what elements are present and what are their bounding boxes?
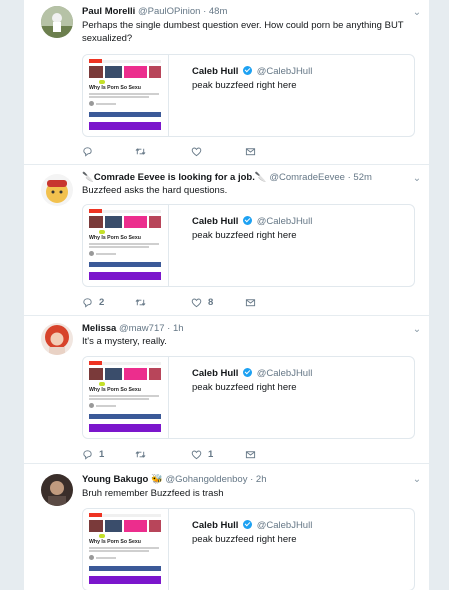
- timestamp[interactable]: 1h: [173, 323, 184, 334]
- author-name[interactable]: Melissa: [82, 323, 116, 334]
- tweet-text: Bruh remember Buzzfeed is trash: [82, 488, 224, 499]
- heart-icon: [191, 450, 202, 459]
- author-name[interactable]: Young Bakugo: [82, 474, 148, 485]
- tweet-text: It's a mystery, really.: [82, 336, 167, 347]
- tweet-actions: 2 8: [82, 295, 382, 309]
- quoted-author-handle: @CalebJHull: [256, 216, 313, 227]
- separator: ·: [247, 474, 256, 485]
- tweet-text: Perhaps the single dumbest question ever…: [82, 20, 404, 44]
- thumbnail-title: Why Is Porn So Sexu: [89, 85, 141, 91]
- direct-message-button[interactable]: [245, 144, 256, 158]
- timestamp[interactable]: 2h: [256, 474, 267, 485]
- quoted-tweet-text: peak buzzfeed right here: [192, 80, 297, 91]
- quoted-tweet-thumbnail: Why Is Porn So Sexu: [83, 55, 169, 136]
- tweet-actions: 1 1: [82, 447, 382, 461]
- quoted-author-handle: @CalebJHull: [256, 520, 313, 531]
- author-handle[interactable]: @Gohangoldenboy: [165, 474, 247, 485]
- quoted-author-name: Caleb Hull: [192, 216, 239, 227]
- avatar[interactable]: [41, 323, 73, 355]
- tweet[interactable]: ⌄ 🔪Comrade Eevee is looking for a job.🔪 …: [24, 165, 429, 316]
- retweet-button[interactable]: [135, 295, 152, 309]
- reply-icon: [83, 449, 92, 460]
- avatar[interactable]: [41, 174, 73, 206]
- thumbnail-title: Why Is Porn So Sexu: [89, 235, 141, 241]
- separator: ·: [164, 323, 173, 334]
- author-handle[interactable]: @ComradeEevee: [269, 172, 345, 183]
- author-handle[interactable]: @PaulOPinion: [138, 6, 200, 17]
- tweet[interactable]: ⌄ Young Bakugo 🐝 @Gohangoldenboy · 2h Br…: [24, 464, 429, 590]
- verified-badge-icon: [243, 66, 253, 75]
- quoted-tweet-text: peak buzzfeed right here: [192, 230, 297, 241]
- tweet-feed: ⌄ Paul Morelli @PaulOPinion · 48m Perhap…: [24, 0, 429, 590]
- quoted-tweet-thumbnail: Why Is Porn So Sexu: [83, 357, 169, 438]
- quoted-author-name: Caleb Hull: [192, 520, 239, 531]
- heart-icon: [191, 298, 202, 307]
- quoted-tweet[interactable]: Why Is Porn So Sexu Caleb Hull @CalebJHu…: [82, 356, 415, 439]
- quoted-tweet-text: peak buzzfeed right here: [192, 534, 297, 545]
- verified-badge-icon: [243, 368, 253, 377]
- thumbnail-title: Why Is Porn So Sexu: [89, 539, 141, 545]
- direct-message-button[interactable]: [245, 295, 256, 309]
- reply-icon: [83, 297, 92, 308]
- like-button[interactable]: [191, 144, 208, 158]
- retweet-icon: [135, 298, 146, 306]
- quoted-tweet-thumbnail: Why Is Porn So Sexu: [83, 509, 169, 590]
- envelope-icon: [245, 147, 256, 155]
- thumbnail-title: Why Is Porn So Sexu: [89, 387, 141, 393]
- reply-button[interactable]: 1: [82, 447, 104, 461]
- like-count: 8: [208, 296, 214, 308]
- reply-icon: [83, 146, 92, 157]
- avatar[interactable]: [41, 6, 73, 38]
- envelope-icon: [245, 298, 256, 306]
- tweet[interactable]: ⌄ Melissa @maw717 · 1h It's a mystery, r…: [24, 316, 429, 464]
- envelope-icon: [245, 450, 256, 458]
- reply-count: 2: [99, 296, 105, 308]
- quoted-tweet[interactable]: Why Is Porn So Sexu Caleb Hull @CalebJHu…: [82, 508, 415, 590]
- avatar[interactable]: [41, 474, 73, 506]
- verified-badge-icon: [243, 216, 253, 225]
- quoted-author-name: Caleb Hull: [192, 368, 239, 379]
- verified-badge-icon: [243, 520, 253, 529]
- chevron-down-icon[interactable]: ⌄: [411, 324, 423, 336]
- chevron-down-icon[interactable]: ⌄: [411, 474, 423, 486]
- quoted-tweet-text: peak buzzfeed right here: [192, 382, 297, 393]
- heart-icon: [191, 147, 202, 156]
- bee-emoji-icon: 🐝: [150, 474, 163, 485]
- tweet-text: Buzzfeed asks the hard questions.: [82, 185, 228, 196]
- timestamp[interactable]: 48m: [209, 6, 227, 17]
- reply-button[interactable]: [82, 144, 99, 158]
- direct-message-button[interactable]: [245, 447, 256, 461]
- quoted-author-handle: @CalebJHull: [256, 368, 313, 379]
- tweet[interactable]: ⌄ Paul Morelli @PaulOPinion · 48m Perhap…: [24, 0, 429, 165]
- tweet-actions: [82, 144, 382, 158]
- chevron-down-icon[interactable]: ⌄: [411, 173, 423, 185]
- like-button[interactable]: 1: [191, 447, 213, 461]
- quoted-author-handle: @CalebJHull: [256, 66, 313, 77]
- timestamp[interactable]: 52m: [353, 172, 371, 183]
- author-name[interactable]: Paul Morelli: [82, 6, 135, 17]
- retweet-button[interactable]: [135, 447, 152, 461]
- author-handle[interactable]: @maw717: [119, 323, 165, 334]
- separator: ·: [200, 6, 209, 17]
- author-name[interactable]: 🔪Comrade Eevee is looking for a job.🔪: [82, 172, 267, 183]
- reply-count: 1: [99, 448, 105, 460]
- quoted-author-name: Caleb Hull: [192, 66, 239, 77]
- retweet-button[interactable]: [135, 144, 152, 158]
- retweet-icon: [135, 147, 146, 155]
- like-button[interactable]: 8: [191, 295, 213, 309]
- quoted-tweet-thumbnail: Why Is Porn So Sexu: [83, 205, 169, 286]
- chevron-down-icon[interactable]: ⌄: [411, 7, 423, 19]
- like-count: 1: [208, 448, 214, 460]
- quoted-tweet[interactable]: Why Is Porn So Sexu Caleb Hull @CalebJHu…: [82, 54, 415, 137]
- reply-button[interactable]: 2: [82, 295, 104, 309]
- retweet-icon: [135, 450, 146, 458]
- quoted-tweet[interactable]: Why Is Porn So Sexu Caleb Hull @CalebJHu…: [82, 204, 415, 287]
